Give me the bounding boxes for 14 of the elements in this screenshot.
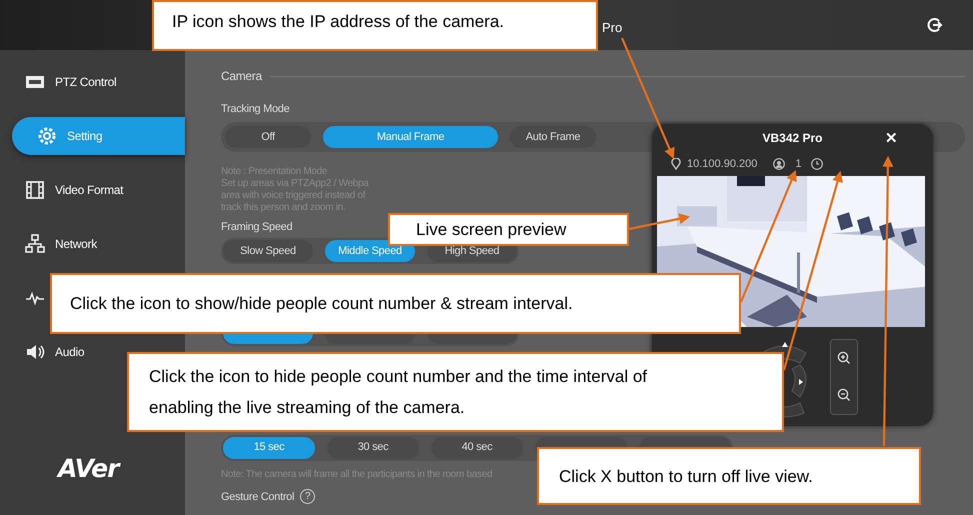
people-count: 1 [795, 156, 802, 172]
header-title: Pro [602, 20, 624, 36]
field-label: Gesture Control [221, 490, 294, 504]
live-view-title: VB342 Pro [762, 130, 823, 147]
callout-text: Live screen preview [416, 219, 566, 241]
logo: AVer [58, 452, 122, 484]
callout-text: IP icon shows the IP address of the camera. [172, 11, 504, 33]
callout-text: Click the icon to show/hide people count number & stream interval. [70, 293, 573, 315]
section-title: Camera [221, 68, 262, 85]
field-label: Tracking Mode [221, 102, 290, 116]
ip-address: 10.100.90.200 [687, 156, 758, 172]
callout-text: Click X button to turn off live view. [559, 466, 813, 488]
callout-text: Click the icon to hide people count number and the time interval of enabling the live streaming of the camera. [149, 366, 648, 419]
field-label: Framing Speed [221, 220, 292, 234]
